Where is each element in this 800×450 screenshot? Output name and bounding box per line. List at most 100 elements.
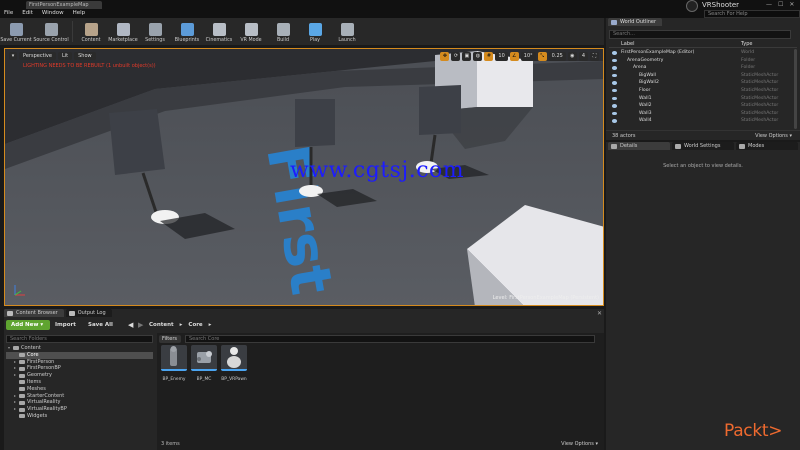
maximize-viewport-icon[interactable]: ⛶: [590, 52, 599, 61]
folder-search-input[interactable]: Search Folders: [6, 335, 153, 343]
launch-button[interactable]: Launch: [331, 18, 363, 45]
add-new-button[interactable]: Add New ▾: [6, 320, 50, 330]
close-icon[interactable]: ✕: [597, 310, 602, 317]
save-current-button[interactable]: Save Current: [0, 18, 32, 45]
outliner-row[interactable]: Arena Folder: [609, 64, 793, 72]
outliner-row[interactable]: Wall1 StaticMeshActor: [609, 95, 793, 103]
source-control-button[interactable]: Source Control: [32, 18, 70, 45]
visibility-eye-icon[interactable]: [612, 81, 617, 85]
content-button[interactable]: Content: [75, 18, 107, 45]
lit-button[interactable]: Lit: [57, 52, 73, 60]
world-space-icon[interactable]: ◍: [473, 52, 483, 61]
column-type[interactable]: Type: [741, 41, 752, 47]
scale-snap-value[interactable]: 0.25: [548, 52, 566, 61]
asset-search-input[interactable]: Search Core: [185, 335, 595, 343]
tab-output-log[interactable]: Output Log: [65, 309, 112, 317]
chevron-right-icon[interactable]: ▸: [14, 399, 16, 406]
outliner-view-options-button[interactable]: View Options ▾: [755, 133, 792, 139]
content-view-options-button[interactable]: View Options ▾: [561, 441, 598, 447]
breadcrumb-separator[interactable]: ▸: [180, 320, 183, 330]
search-help-input[interactable]: Search For Help: [704, 10, 800, 18]
play-button[interactable]: Play: [299, 18, 331, 45]
tab-content-browser[interactable]: Content Browser: [4, 309, 64, 317]
menu-help[interactable]: Help: [73, 10, 86, 16]
outliner-row[interactable]: Wall4 StaticMeshActor: [609, 117, 793, 125]
scale-snap-icon[interactable]: ⤡: [537, 52, 547, 61]
outliner-row[interactable]: BigWall StaticMeshActor: [609, 72, 793, 80]
viewport-options-button[interactable]: ▾: [9, 52, 17, 60]
folder-item[interactable]: ▸ Geometry: [6, 372, 153, 379]
outliner-scrollbar[interactable]: [794, 49, 797, 129]
rotate-tool-icon[interactable]: ⟳: [451, 52, 461, 61]
outliner-row[interactable]: ArenaGeometry Folder: [609, 57, 793, 65]
outliner-row[interactable]: Floor StaticMeshActor: [609, 87, 793, 95]
breadcrumb-core[interactable]: Core: [188, 320, 202, 330]
chevron-right-icon[interactable]: ▸: [14, 406, 16, 413]
folder-item[interactable]: ▾ Content: [6, 345, 153, 352]
blueprints-button[interactable]: Blueprints: [171, 18, 203, 45]
save-all-button[interactable]: Save All: [88, 320, 113, 330]
close-button[interactable]: ✕: [789, 1, 794, 8]
outliner-search-input[interactable]: Search...: [609, 30, 791, 39]
chevron-right-icon[interactable]: ▸: [14, 365, 16, 372]
minimize-button[interactable]: —: [766, 1, 772, 8]
tab-details[interactable]: Details: [608, 142, 670, 150]
folder-item[interactable]: Widgets: [6, 413, 153, 420]
chevron-right-icon[interactable]: ▸: [14, 372, 16, 379]
menu-file[interactable]: File: [4, 10, 13, 16]
breadcrumb-separator[interactable]: ▸: [209, 320, 212, 330]
folder-item[interactable]: ▸ FirstPerson: [6, 359, 153, 366]
visibility-eye-icon[interactable]: [612, 111, 617, 116]
menu-edit[interactable]: Edit: [22, 10, 33, 16]
folder-item[interactable]: ▸ VirtualRealityBP: [6, 406, 153, 413]
forward-arrow-icon[interactable]: ▶: [138, 320, 143, 330]
visibility-eye-icon[interactable]: [612, 119, 617, 123]
chevron-right-icon[interactable]: ▸: [14, 359, 16, 366]
tab-world-outliner[interactable]: World Outliner: [608, 18, 663, 26]
build-button[interactable]: Build: [267, 18, 299, 45]
column-label[interactable]: Label: [621, 41, 635, 47]
perspective-button[interactable]: Perspective: [19, 52, 56, 60]
maximize-button[interactable]: ☐: [778, 1, 783, 8]
outliner-row[interactable]: Wall2 StaticMeshActor: [609, 102, 793, 110]
outliner-row[interactable]: Wall3 StaticMeshActor: [609, 110, 793, 118]
outliner-row[interactable]: FirstPersonExampleMap (Editor) World: [609, 49, 793, 57]
asset-tile[interactable]: BP_MC: [191, 345, 217, 382]
folder-item[interactable]: Meshes: [6, 386, 153, 393]
rotation-snap-value[interactable]: 10°: [520, 52, 536, 61]
show-button[interactable]: Show: [74, 52, 96, 60]
vr-mode-button[interactable]: VR Mode: [235, 18, 267, 45]
breadcrumb-content[interactable]: Content: [149, 320, 174, 330]
settings-button[interactable]: Settings: [139, 18, 171, 45]
visibility-eye-icon[interactable]: [612, 58, 617, 63]
folder-item[interactable]: ▸ FirstPersonBP: [6, 365, 153, 372]
import-button[interactable]: Import: [55, 320, 76, 330]
folder-item[interactable]: ▸ VirtualReality: [6, 399, 153, 406]
folder-item[interactable]: Items: [6, 379, 153, 386]
asset-tile[interactable]: BP_Enemy: [161, 345, 187, 382]
translate-tool-icon[interactable]: ✥: [440, 52, 450, 61]
visibility-eye-icon[interactable]: [612, 51, 617, 55]
chevron-right-icon[interactable]: ▸: [14, 393, 16, 400]
marketplace-button[interactable]: Marketplace: [107, 18, 139, 45]
grid-snap-icon[interactable]: #: [484, 52, 494, 61]
chevron-down-icon[interactable]: ▾: [8, 345, 10, 352]
grid-snap-value[interactable]: 10: [495, 52, 508, 61]
visibility-eye-icon[interactable]: [612, 73, 617, 78]
filters-button[interactable]: Filters ▾: [159, 335, 181, 350]
visibility-eye-icon[interactable]: [612, 66, 617, 70]
visibility-eye-icon[interactable]: [612, 104, 617, 108]
outliner-row[interactable]: BigWall2 StaticMeshActor: [609, 79, 793, 87]
cinematics-button[interactable]: Cinematics: [203, 18, 235, 45]
visibility-eye-icon[interactable]: [612, 88, 617, 93]
camera-speed-icon[interactable]: ◉: [567, 52, 577, 61]
tab-world-settings[interactable]: World Settings: [672, 142, 734, 150]
document-tab[interactable]: FirstPersonExampleMap: [26, 1, 102, 9]
scale-tool-icon[interactable]: ▣: [462, 52, 472, 61]
rotation-snap-icon[interactable]: ∠: [509, 52, 519, 61]
folder-item[interactable]: ▸ StarterContent: [6, 393, 153, 400]
back-arrow-icon[interactable]: ◀: [128, 320, 133, 330]
visibility-eye-icon[interactable]: [612, 96, 617, 101]
asset-tile[interactable]: BP_VRPawn: [221, 345, 247, 382]
folder-item[interactable]: Core: [6, 351, 153, 359]
